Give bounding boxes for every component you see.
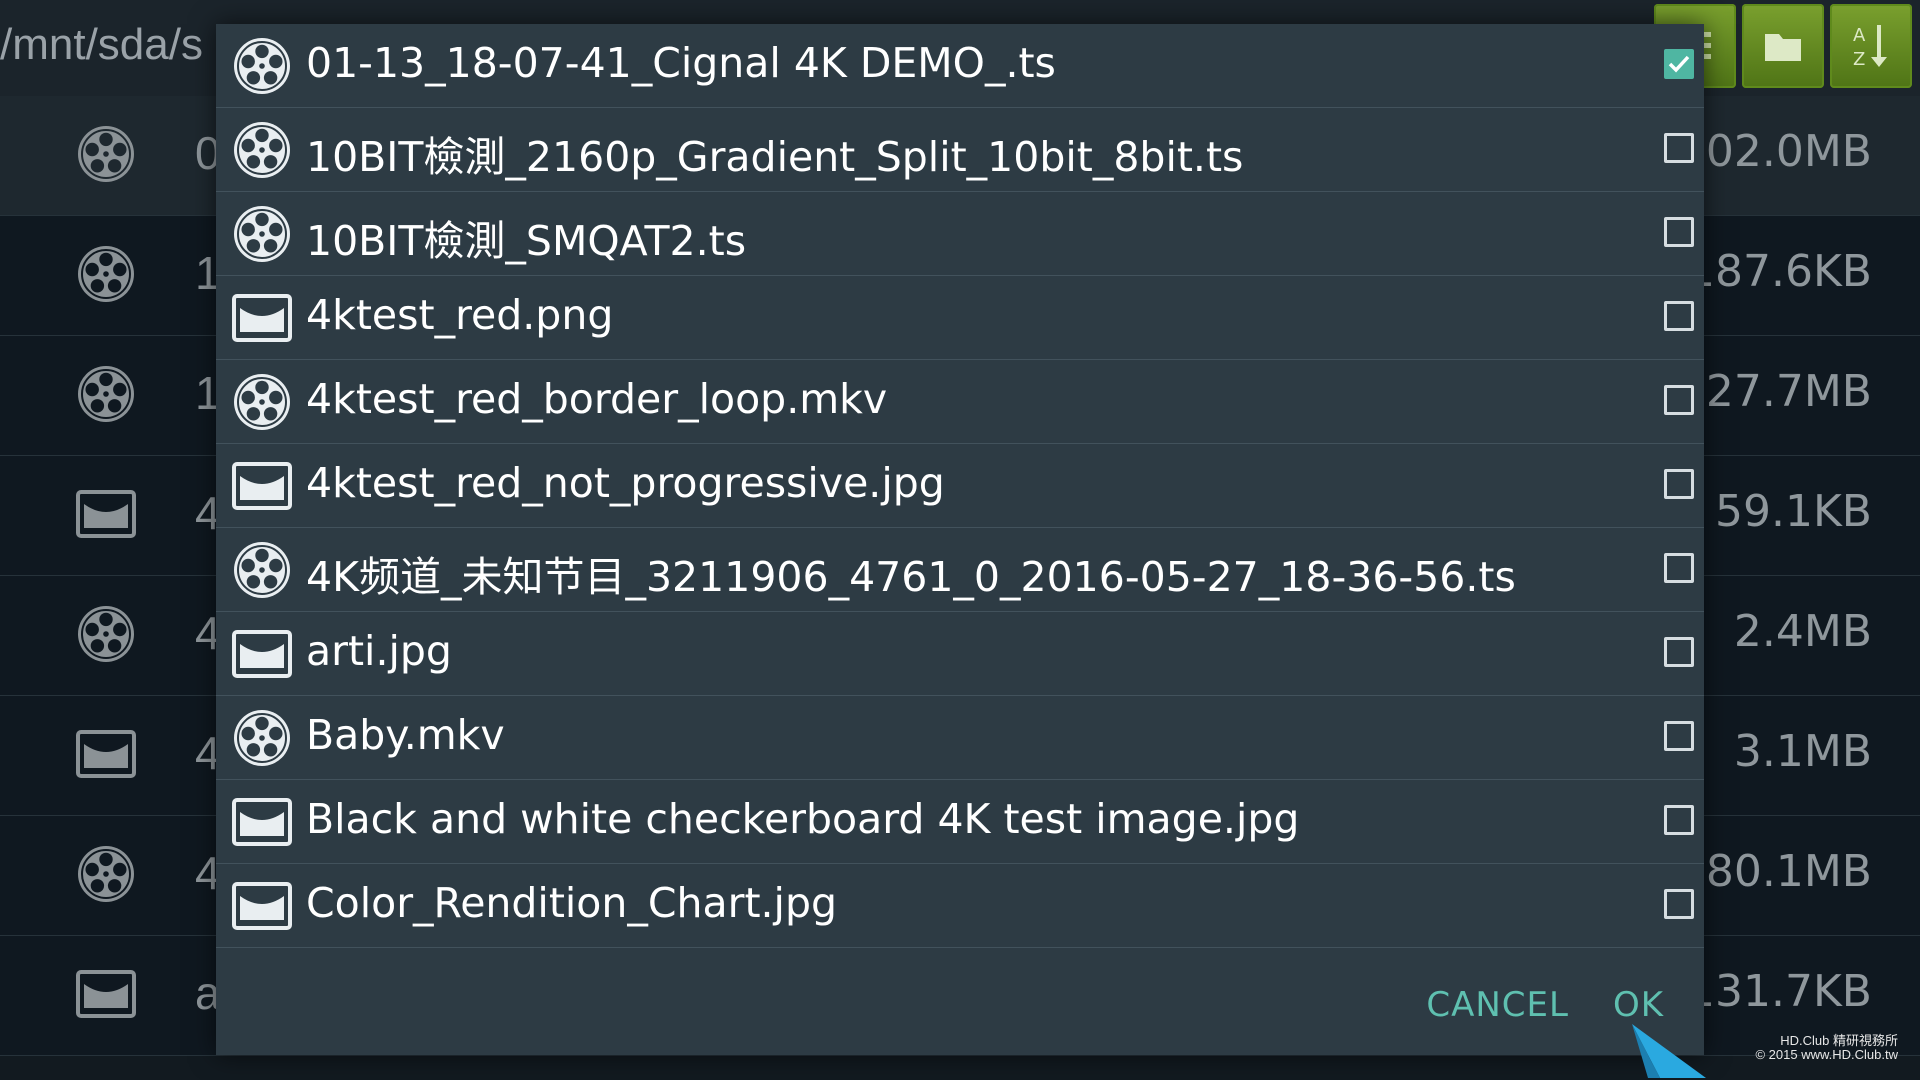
background-row-size: 2.4MB — [1733, 606, 1872, 657]
file-name: 4K频道_未知节目_3211906_4761_0_2016-05-27_18-3… — [306, 553, 1516, 601]
film-reel-icon — [232, 708, 292, 768]
dialog-file-row[interactable]: arti.jpg — [216, 612, 1704, 696]
image-icon — [232, 456, 292, 516]
background-row-size: 59.1KB — [1714, 486, 1872, 537]
background-row-size: 27.7MB — [1705, 366, 1872, 417]
file-checkbox[interactable] — [1664, 469, 1694, 499]
dialog-file-row[interactable]: 01-13_18-07-41_Cignal 4K DEMO_.ts — [216, 24, 1704, 108]
ok-button[interactable]: OK — [1613, 985, 1664, 1025]
file-checkbox[interactable] — [1664, 301, 1694, 331]
folder-icon — [1765, 34, 1801, 61]
watermark-line-2: © 2015 www.HD.Club.tw — [1755, 1047, 1898, 1062]
mouse-pointer-icon — [1632, 1024, 1706, 1078]
sort-az-icon: A Z — [1853, 25, 1887, 70]
file-name: 10BIT檢測_2160p_Gradient_Split_10bit_8bit.… — [306, 133, 1244, 181]
svg-text:Z: Z — [1853, 49, 1865, 70]
film-reel-icon — [76, 364, 136, 424]
background-row-size: 187.6KB — [1686, 246, 1872, 297]
file-name: 4ktest_red_not_progressive.jpg — [306, 459, 945, 507]
file-checkbox[interactable] — [1664, 553, 1694, 583]
file-checkbox[interactable] — [1664, 49, 1694, 79]
file-checkbox[interactable] — [1664, 217, 1694, 247]
background-row-size: 131.7KB — [1686, 966, 1872, 1017]
film-reel-icon — [232, 372, 292, 432]
dialog-file-row[interactable]: 10BIT檢測_SMQAT2.ts — [216, 192, 1704, 276]
background-row-size: 3.1MB — [1733, 726, 1872, 777]
film-reel-icon — [76, 604, 136, 664]
dialog-file-row[interactable]: 4ktest_red_border_loop.mkv — [216, 360, 1704, 444]
dialog-file-row[interactable]: Baby.mkv — [216, 696, 1704, 780]
sort-az-button[interactable]: A Z — [1830, 4, 1912, 88]
image-icon — [232, 876, 292, 936]
dialog-file-row[interactable]: Color_Rendition_Chart.jpg — [216, 864, 1704, 948]
image-icon — [76, 964, 136, 1024]
path-text: /mnt/sda/s — [0, 20, 203, 69]
dialog-file-row[interactable]: 4K频道_未知节目_3211906_4761_0_2016-05-27_18-3… — [216, 528, 1704, 612]
image-icon — [232, 624, 292, 684]
background-row-size: 102.0MB — [1677, 126, 1872, 177]
file-name: 4ktest_red.png — [306, 291, 614, 339]
image-icon — [232, 792, 292, 852]
watermark-line-1: HD.Club 精研視務所 — [1780, 1033, 1898, 1048]
file-name: Black and white checkerboard 4K test ima… — [306, 795, 1300, 843]
file-checkbox[interactable] — [1664, 637, 1694, 667]
dialog-file-row[interactable]: 10BIT檢測_2160p_Gradient_Split_10bit_8bit.… — [216, 108, 1704, 192]
file-checkbox[interactable] — [1664, 133, 1694, 163]
dialog-actions: CANCEL OK — [1426, 985, 1664, 1025]
file-name: 01-13_18-07-41_Cignal 4K DEMO_.ts — [306, 39, 1056, 87]
svg-text:A: A — [1853, 25, 1866, 46]
file-name: Baby.mkv — [306, 711, 505, 759]
checkmark-icon — [1668, 55, 1690, 73]
file-checkbox[interactable] — [1664, 385, 1694, 415]
file-name: 4ktest_red_border_loop.mkv — [306, 375, 888, 423]
file-checkbox[interactable] — [1664, 721, 1694, 751]
folder-button[interactable] — [1742, 4, 1824, 88]
file-checkbox[interactable] — [1664, 889, 1694, 919]
cancel-button[interactable]: CANCEL — [1426, 985, 1569, 1025]
film-reel-icon — [232, 36, 292, 96]
file-select-dialog: 01-13_18-07-41_Cignal 4K DEMO_.ts 10BIT檢測… — [216, 24, 1704, 1055]
file-name: 10BIT檢測_SMQAT2.ts — [306, 217, 747, 265]
film-reel-icon — [232, 204, 292, 264]
background-row-size: 80.1MB — [1705, 846, 1872, 897]
film-reel-icon — [76, 244, 136, 304]
dialog-file-row[interactable]: 4ktest_red.png — [216, 276, 1704, 360]
image-icon — [232, 288, 292, 348]
film-reel-icon — [232, 540, 292, 600]
image-icon — [76, 724, 136, 784]
film-reel-icon — [232, 120, 292, 180]
image-icon — [76, 484, 136, 544]
watermark: HD.Club 精研視務所 © 2015 www.HD.Club.tw — [1755, 1034, 1898, 1062]
file-name: arti.jpg — [306, 627, 452, 675]
film-reel-icon — [76, 124, 136, 184]
dialog-file-row[interactable]: 4ktest_red_not_progressive.jpg — [216, 444, 1704, 528]
film-reel-icon — [76, 844, 136, 904]
file-checkbox[interactable] — [1664, 805, 1694, 835]
dialog-file-row[interactable]: Black and white checkerboard 4K test ima… — [216, 780, 1704, 864]
file-name: Color_Rendition_Chart.jpg — [306, 879, 837, 927]
